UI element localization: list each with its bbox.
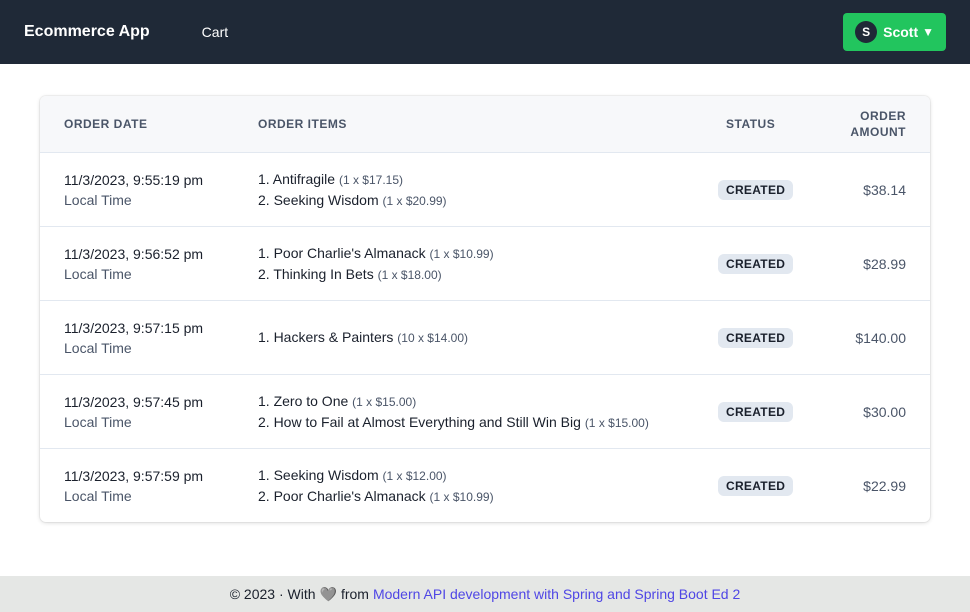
orders-table: ORDER DATE ORDER ITEMS STATUS ORDER AMOU… bbox=[40, 96, 930, 522]
item-quantity: (1 x $15.00) bbox=[584, 415, 649, 430]
item-quantity: (1 x $10.99) bbox=[429, 246, 494, 261]
footer-from: from bbox=[340, 586, 369, 602]
status-cell: CREATED bbox=[718, 375, 794, 448]
table-row: 11/3/2023, 9:56:52 pm Local Time 1. Poor C… bbox=[40, 227, 930, 301]
order-date-cell: 11/3/2023, 9:55:19 pm Local Time bbox=[64, 153, 203, 226]
item-quantity: (1 x $15.00) bbox=[352, 394, 417, 409]
item-quantity: (10 x $14.00) bbox=[397, 331, 468, 345]
order-date: 11/3/2023, 9:57:45 pm bbox=[64, 393, 204, 410]
order-items-cell: 1. Seeking Wisdom (1 x $12.00) 2. Poor Ch… bbox=[258, 449, 494, 522]
order-amount: $38.14 bbox=[863, 181, 906, 198]
status-badge: CREATED bbox=[718, 475, 794, 496]
order-items-cell: 1. Poor Charlie's Almanack (1 x $10.99) 2… bbox=[258, 227, 494, 300]
order-items-cell: 1. Hackers & Painters (10 x $14.00) bbox=[258, 301, 468, 374]
order-date-cell: 11/3/2023, 9:57:59 pm Local Time bbox=[64, 449, 203, 522]
order-date: 11/3/2023, 9:55:19 pm bbox=[64, 171, 204, 188]
table-row: 11/3/2023, 9:57:45 pm Local Time 1. Zero t… bbox=[40, 375, 930, 449]
item-name: 2. Thinking In Bets bbox=[258, 265, 374, 282]
order-date: 11/3/2023, 9:57:59 pm bbox=[64, 467, 204, 484]
item-name: 1. Antifragile bbox=[258, 170, 336, 187]
order-date: 11/3/2023, 9:57:15 pm bbox=[64, 319, 204, 336]
order-amount: $22.99 bbox=[863, 477, 906, 494]
header-order-items: ORDER ITEMS bbox=[258, 117, 347, 131]
user-name: Scott bbox=[883, 24, 919, 40]
order-date-timezone: Local Time bbox=[64, 413, 132, 430]
header-amount-line2: AMOUNT bbox=[850, 125, 906, 139]
status-cell: CREATED bbox=[718, 301, 794, 374]
order-date-cell: 11/3/2023, 9:57:15 pm Local Time bbox=[64, 301, 203, 374]
item-quantity: (1 x $18.00) bbox=[377, 267, 442, 282]
brand-link[interactable]: Ecommerce App bbox=[24, 23, 150, 41]
item-name: 1. Hackers & Painters bbox=[258, 329, 394, 345]
header-status: STATUS bbox=[726, 117, 776, 131]
avatar: S bbox=[855, 21, 878, 43]
table-body: 11/3/2023, 9:55:19 pm Local Time 1. Antifr… bbox=[40, 153, 930, 522]
order-amount: $30.00 bbox=[863, 403, 906, 420]
order-amount: $28.99 bbox=[863, 255, 906, 272]
table-row: 11/3/2023, 9:57:59 pm Local Time 1. Seekin… bbox=[40, 449, 930, 522]
footer: © 2023 · With 🩶 from Modern API developm… bbox=[0, 576, 970, 612]
item-quantity: (1 x $12.00) bbox=[382, 468, 447, 483]
table-header: ORDER DATE ORDER ITEMS STATUS ORDER AMOU… bbox=[40, 96, 930, 153]
header-amount-line1: ORDER bbox=[860, 109, 906, 123]
header-order-date: ORDER DATE bbox=[64, 117, 148, 131]
cart-link[interactable]: Cart bbox=[202, 24, 228, 40]
status-badge: CREATED bbox=[718, 253, 794, 274]
order-amount: $140.00 bbox=[855, 329, 906, 346]
order-date-cell: 11/3/2023, 9:56:52 pm Local Time bbox=[64, 227, 203, 300]
order-date-timezone: Local Time bbox=[64, 487, 132, 504]
order-item: 2. Thinking In Bets (1 x $18.00) bbox=[258, 264, 494, 285]
order-item: 2. Poor Charlie's Almanack (1 x $10.99) bbox=[258, 486, 494, 507]
order-item: 1. Hackers & Painters (10 x $14.00) bbox=[258, 327, 468, 348]
status-badge: CREATED bbox=[718, 179, 794, 200]
order-items-cell: 1. Antifragile (1 x $17.15) 2. Seeking Wi… bbox=[258, 153, 447, 226]
order-item: 1. Antifragile (1 x $17.15) bbox=[258, 169, 447, 190]
status-cell: CREATED bbox=[718, 153, 794, 226]
item-name: 1. Poor Charlie's Almanack bbox=[258, 244, 426, 261]
item-name: 2. Poor Charlie's Almanack bbox=[258, 487, 426, 504]
user-menu-button[interactable]: S Scott ▼ bbox=[843, 13, 946, 51]
order-item: 1. Zero to One (1 x $15.00) bbox=[258, 391, 649, 412]
order-item: 2. Seeking Wisdom (1 x $20.99) bbox=[258, 190, 447, 211]
caret-down-icon: ▼ bbox=[922, 25, 934, 39]
heart-icon: 🩶 bbox=[319, 585, 337, 602]
status-cell: CREATED bbox=[718, 449, 794, 522]
item-quantity: (1 x $20.99) bbox=[382, 193, 447, 208]
top-navbar: Ecommerce App Cart S Scott ▼ bbox=[0, 0, 970, 64]
footer-prefix: © 2023 · With bbox=[229, 586, 316, 602]
order-item: 1. Poor Charlie's Almanack (1 x $10.99) bbox=[258, 243, 494, 264]
header-order-amount: ORDER AMOUNT bbox=[850, 96, 906, 152]
status-cell: CREATED bbox=[718, 227, 794, 300]
status-badge: CREATED bbox=[718, 401, 794, 422]
order-date-timezone: Local Time bbox=[64, 265, 132, 282]
item-quantity: (1 x $17.15) bbox=[338, 172, 403, 187]
order-date-timezone: Local Time bbox=[64, 339, 132, 356]
order-date-cell: 11/3/2023, 9:57:45 pm Local Time bbox=[64, 375, 203, 448]
item-quantity: (1 x $10.99) bbox=[429, 489, 494, 504]
order-item: 1. Seeking Wisdom (1 x $12.00) bbox=[258, 465, 494, 486]
order-items-cell: 1. Zero to One (1 x $15.00) 2. How to Fai… bbox=[258, 375, 649, 448]
item-name: 2. How to Fail at Almost Everything and … bbox=[258, 413, 581, 430]
table-row: 11/3/2023, 9:55:19 pm Local Time 1. Antifr… bbox=[40, 153, 930, 227]
table-row: 11/3/2023, 9:57:15 pm Local Time 1. Hacker… bbox=[40, 301, 930, 375]
order-date: 11/3/2023, 9:56:52 pm bbox=[64, 245, 204, 262]
book-link[interactable]: Modern API development with Spring and S… bbox=[373, 586, 740, 602]
item-name: 2. Seeking Wisdom bbox=[258, 191, 379, 208]
item-name: 1. Seeking Wisdom bbox=[258, 466, 379, 483]
status-badge: CREATED bbox=[718, 327, 794, 348]
order-item: 2. How to Fail at Almost Everything and … bbox=[258, 412, 649, 433]
item-name: 1. Zero to One bbox=[258, 392, 349, 409]
order-date-timezone: Local Time bbox=[64, 191, 132, 208]
